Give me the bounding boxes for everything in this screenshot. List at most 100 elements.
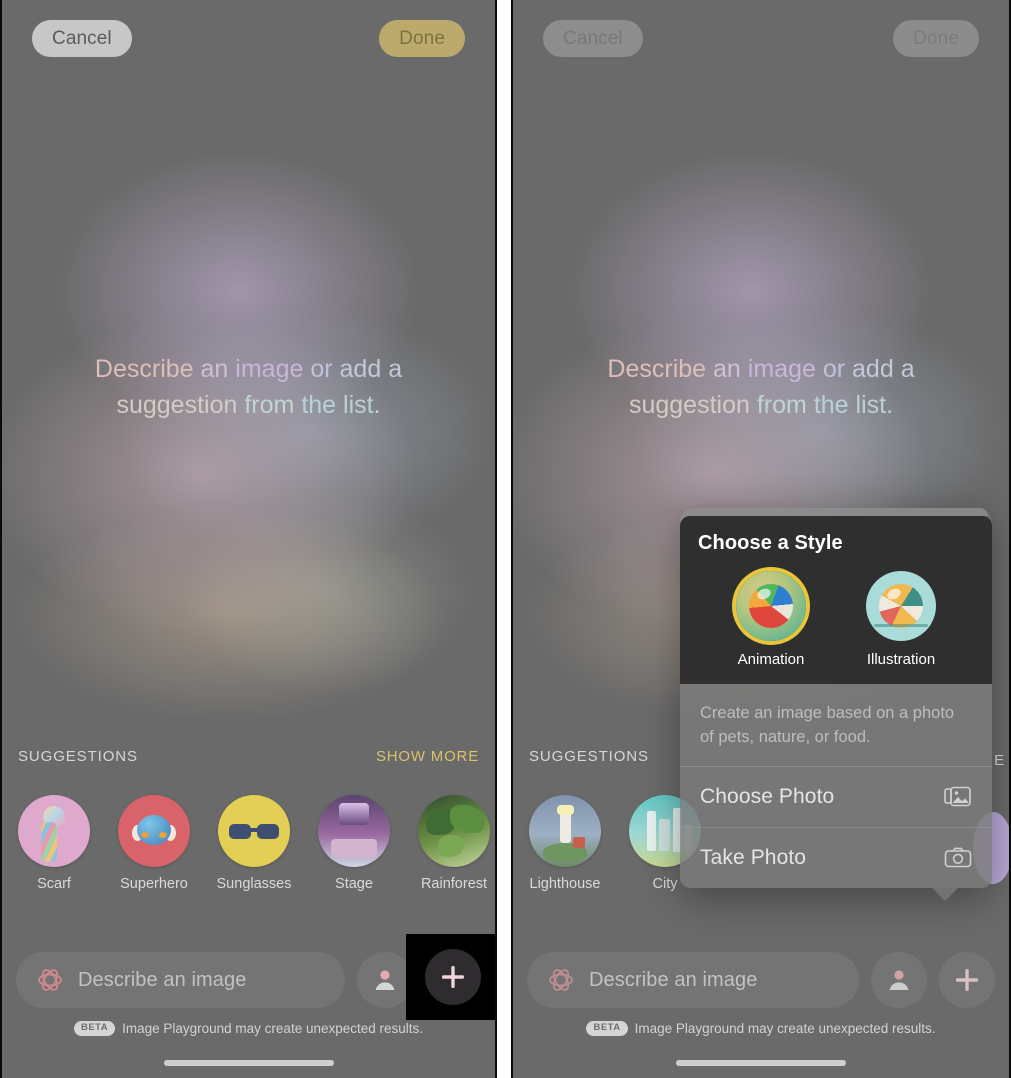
hero-word: Describe bbox=[607, 355, 707, 383]
hero-word: a bbox=[900, 355, 915, 383]
hero-prompt-text-right: Describe an image or add a suggestion fr… bbox=[513, 352, 1009, 423]
style-option-illustration[interactable]: Illustration bbox=[866, 571, 936, 668]
hero-word: list. bbox=[855, 390, 894, 419]
thumbnail-shape bbox=[41, 822, 57, 862]
choose-a-style-popup: Choose a Style Animation Illustration Cr… bbox=[680, 508, 992, 901]
hero-word: image bbox=[747, 355, 816, 383]
plus-icon bbox=[439, 963, 467, 991]
menu-item-choose-photo[interactable]: Choose Photo bbox=[680, 767, 992, 828]
suggestion-thumbnail[interactable] bbox=[218, 795, 290, 867]
describe-image-input-right[interactable]: Describe an image bbox=[527, 952, 859, 1008]
disclaimer-text: Image Playground may create unexpected r… bbox=[122, 1021, 424, 1036]
thumbnail-shape bbox=[229, 824, 251, 839]
suggestion-item[interactable]: Sunglasses bbox=[217, 795, 291, 892]
plus-icon-right bbox=[953, 966, 981, 994]
ball-highlight bbox=[755, 586, 773, 602]
hero-word: suggestion bbox=[628, 390, 750, 419]
style-label-animation: Animation bbox=[737, 651, 805, 668]
suggestion-item[interactable]: Rainforest bbox=[418, 795, 490, 892]
hero-word: image bbox=[235, 355, 304, 383]
hero-word: from bbox=[756, 390, 807, 419]
suggestion-thumbnail[interactable] bbox=[118, 795, 190, 867]
suggestions-header-left: SUGGESTIONS SHOW MORE bbox=[2, 748, 495, 765]
screenshot-stage: Cancel Done Describe an image or add a s… bbox=[0, 0, 1011, 1078]
style-options-row: Animation Illustration bbox=[698, 571, 974, 668]
panel-divider bbox=[497, 0, 511, 1078]
cancel-button[interactable]: Cancel bbox=[32, 19, 132, 57]
hero-word: Describe bbox=[94, 355, 194, 383]
thumbnail-shape bbox=[331, 839, 377, 857]
phone-screen-right: Cancel Done Describe an image or add a s… bbox=[511, 0, 1011, 1078]
sparkle-atom-icon-right bbox=[547, 966, 575, 994]
thumbnail-shape bbox=[573, 837, 585, 848]
suggestion-thumbnail[interactable] bbox=[318, 795, 390, 867]
hero-word: or bbox=[822, 355, 846, 383]
add-button-right[interactable] bbox=[939, 952, 995, 1008]
suggestion-thumbnail[interactable] bbox=[18, 795, 90, 867]
suggestion-thumbnail[interactable] bbox=[529, 795, 601, 867]
menu-item-take-photo[interactable]: Take Photo bbox=[680, 828, 992, 888]
thumbnail-shape bbox=[137, 815, 171, 845]
animation-style-thumbnail[interactable] bbox=[736, 571, 806, 641]
home-indicator-right bbox=[676, 1060, 846, 1066]
person-icon-right bbox=[886, 967, 912, 993]
popup-menu-section: Create an image based on a photo of pets… bbox=[680, 684, 992, 888]
suggestion-label: Lighthouse bbox=[529, 876, 601, 892]
suggestions-row-right: Lighthouse City bbox=[513, 795, 701, 892]
hero-word: list. bbox=[343, 390, 381, 419]
style-option-animation[interactable]: Animation bbox=[736, 571, 806, 668]
suggestion-item[interactable]: Lighthouse bbox=[529, 795, 601, 892]
thumbnail-shape bbox=[438, 835, 464, 857]
thumbnail-shape bbox=[647, 811, 656, 851]
top-toolbar-right: Cancel Done bbox=[513, 18, 1009, 58]
cancel-button-right[interactable]: Cancel bbox=[543, 19, 643, 57]
suggestion-label: Scarf bbox=[37, 876, 71, 892]
ambient-glow-backdrop bbox=[2, 0, 495, 1078]
popup-title: Choose a Style bbox=[698, 532, 843, 554]
suggestion-label: Rainforest bbox=[420, 876, 488, 892]
popup-description: Create an image based on a photo of pets… bbox=[680, 684, 992, 767]
suggestion-item[interactable]: Stage bbox=[318, 795, 390, 892]
hero-word: the bbox=[301, 390, 337, 419]
person-icon bbox=[372, 967, 398, 993]
hero-word: from bbox=[244, 390, 295, 419]
hero-word: suggestion bbox=[116, 390, 238, 419]
beta-badge-right: BETA bbox=[586, 1021, 628, 1036]
beach-ball-icon bbox=[749, 584, 793, 628]
person-button[interactable] bbox=[357, 952, 413, 1008]
hero-word: add bbox=[339, 355, 382, 383]
illustration-style-thumbnail[interactable] bbox=[866, 571, 936, 641]
done-button[interactable]: Done bbox=[379, 19, 465, 57]
show-more-button[interactable]: SHOW MORE bbox=[376, 748, 479, 765]
suggestion-item[interactable]: Superhero bbox=[118, 795, 190, 892]
describe-image-input[interactable]: Describe an image bbox=[16, 952, 345, 1008]
suggestions-title-right: SUGGESTIONS bbox=[529, 748, 649, 765]
thumbnail-shape bbox=[450, 805, 484, 833]
style-label-illustration: Illustration bbox=[866, 651, 936, 668]
suggestion-label: Superhero bbox=[120, 876, 188, 892]
describe-image-placeholder: Describe an image bbox=[78, 968, 247, 991]
disclaimer-left: BETA Image Playground may create unexpec… bbox=[2, 1021, 495, 1036]
bottom-input-bar-right: Describe an image bbox=[513, 952, 1009, 1008]
suggestion-label: Stage bbox=[335, 876, 373, 892]
sparkle-atom-icon bbox=[36, 966, 64, 994]
choose-photo-label: Choose Photo bbox=[700, 784, 835, 808]
thumbnail-shape bbox=[257, 824, 279, 839]
hero-word: add bbox=[852, 355, 894, 383]
phone-screen-left: Cancel Done Describe an image or add a s… bbox=[0, 0, 497, 1078]
suggestion-label: City bbox=[652, 876, 678, 892]
suggestion-thumbnail[interactable] bbox=[418, 795, 490, 867]
disclaimer-right: BETA Image Playground may create unexpec… bbox=[513, 1021, 1009, 1036]
person-button-right[interactable] bbox=[871, 952, 927, 1008]
suggestion-item[interactable]: Scarf bbox=[18, 795, 90, 892]
water-line-decoration bbox=[874, 624, 928, 627]
add-button[interactable] bbox=[425, 949, 481, 1005]
done-button-right[interactable]: Done bbox=[893, 19, 979, 57]
hero-word: an bbox=[713, 355, 741, 383]
popup-pointer-arrow bbox=[931, 886, 959, 901]
plus-button-highlight bbox=[406, 934, 495, 1020]
top-toolbar-left: Cancel Done bbox=[2, 18, 495, 58]
beta-badge: BETA bbox=[73, 1021, 116, 1036]
hero-word: or bbox=[310, 355, 333, 383]
thumbnail-shape bbox=[249, 828, 259, 832]
